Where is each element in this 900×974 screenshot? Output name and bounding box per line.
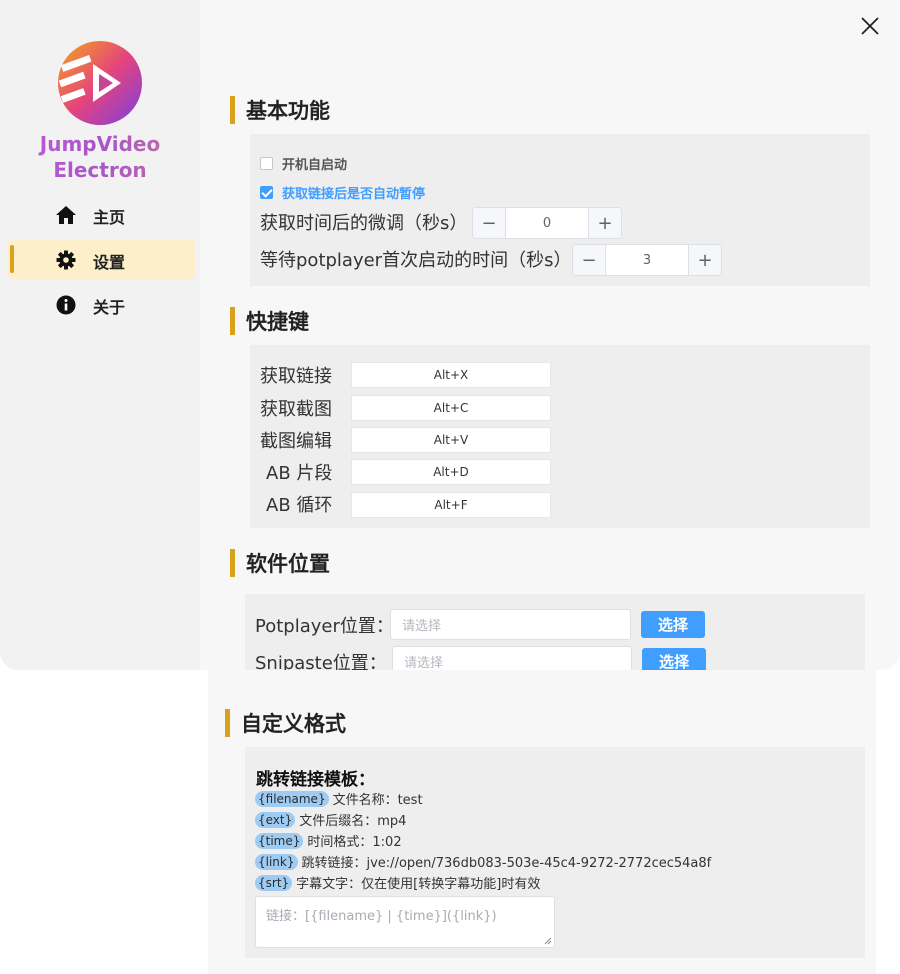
- hotkey-label: 获取链接: [260, 366, 332, 387]
- sidebar-item-settings[interactable]: 设置: [8, 239, 195, 279]
- template-var-row: {link} 跳转链接：jve://open/736db083-503e-45c…: [255, 852, 711, 871]
- sidebar-item-label: 设置: [93, 253, 126, 272]
- decrement-button[interactable]: −: [573, 245, 606, 275]
- checkbox-box[interactable]: [260, 157, 273, 170]
- wait-value[interactable]: 3: [606, 245, 688, 275]
- hotkey-input-get-link[interactable]: Alt+X: [351, 362, 551, 388]
- section-title-software: 软件位置: [230, 548, 330, 578]
- finetune-stepper: − 0 +: [472, 207, 622, 239]
- variable-desc: 文件后缀名：mp4: [299, 814, 407, 829]
- decrement-button[interactable]: −: [473, 208, 506, 238]
- hotkey-label: 获取截图: [260, 399, 332, 420]
- hotkey-input-screenshot[interactable]: Alt+C: [351, 395, 551, 421]
- variable-tag: {filename}: [255, 790, 329, 807]
- section-title-format: 自定义格式: [225, 708, 346, 738]
- wait-label: 等待potplayer首次启动的时间（秒s）: [260, 250, 572, 271]
- section-title-hotkeys: 快捷键: [230, 306, 309, 336]
- template-value: 链接：[{filename} | {time}]({link}): [266, 909, 497, 924]
- checkbox-box-checked[interactable]: [260, 186, 273, 199]
- variable-tag: {time}: [255, 832, 304, 849]
- template-var-row: {filename} 文件名称：test: [255, 789, 423, 808]
- wait-stepper: − 3 +: [572, 244, 722, 276]
- increment-button[interactable]: +: [588, 208, 621, 238]
- settings-page: JumpVideo Electron 主页 设置 关于 基本功能 开机自启动 获…: [0, 0, 900, 974]
- autostart-checkbox[interactable]: 开机自启动: [260, 154, 347, 173]
- increment-button[interactable]: +: [688, 245, 721, 275]
- resize-grip-icon[interactable]: [544, 937, 552, 945]
- template-var-row: {time} 时间格式：1:02: [255, 831, 402, 850]
- section-title-basic: 基本功能: [230, 95, 330, 125]
- variable-desc: 文件名称：test: [332, 793, 423, 808]
- template-var-row: {ext} 文件后缀名：mp4: [255, 810, 406, 829]
- hotkeys-panel: [250, 345, 870, 528]
- variable-tag: {srt}: [255, 874, 293, 891]
- hotkey-label: AB 片段: [266, 463, 333, 484]
- close-icon[interactable]: [858, 14, 882, 38]
- sidebar-item-home[interactable]: 主页: [8, 194, 195, 234]
- template-title: 跳转链接模板：: [256, 770, 375, 790]
- info-icon: [56, 295, 76, 315]
- variable-desc: 字幕文字：仅在使用[转换字幕功能]时有效: [296, 877, 541, 892]
- potplayer-path-input[interactable]: 请选择: [390, 609, 631, 640]
- finetune-label: 获取时间后的微调（秒s）: [260, 213, 468, 234]
- template-textarea[interactable]: 链接：[{filename} | {time}]({link}): [255, 896, 555, 948]
- hotkey-input-edit-screenshot[interactable]: Alt+V: [351, 427, 551, 453]
- hotkey-label: 截图编辑: [260, 431, 332, 452]
- variable-tag: {link}: [255, 853, 298, 870]
- potplayer-pick-button[interactable]: 选择: [641, 611, 705, 638]
- app-logo-icon: [58, 41, 142, 125]
- sidebar: JumpVideo Electron 主页 设置 关于: [0, 0, 200, 670]
- variable-tag: {ext}: [255, 811, 296, 828]
- template-var-row: {srt} 字幕文字：仅在使用[转换字幕功能]时有效: [255, 873, 540, 892]
- brand-subname: Electron: [0, 158, 200, 182]
- gear-icon: [56, 250, 76, 270]
- hotkey-label: AB 循环: [266, 495, 333, 516]
- autostart-label: 开机自启动: [282, 158, 348, 173]
- autopause-label: 获取链接后是否自动暂停: [282, 187, 426, 202]
- hotkey-input-ab-loop[interactable]: Alt+F: [351, 492, 551, 518]
- home-icon: [56, 206, 76, 224]
- finetune-value[interactable]: 0: [506, 208, 588, 238]
- variable-desc: 跳转链接：jve://open/736db083-503e-45c4-9272-…: [301, 856, 712, 871]
- sidebar-item-label: 关于: [93, 298, 126, 317]
- brand-name: JumpVideo: [0, 132, 200, 156]
- potplayer-label: Potplayer位置：: [255, 616, 394, 637]
- sidebar-item-about[interactable]: 关于: [8, 284, 195, 324]
- sidebar-item-label: 主页: [93, 208, 126, 227]
- variable-desc: 时间格式：1:02: [307, 835, 402, 850]
- autopause-checkbox[interactable]: 获取链接后是否自动暂停: [260, 183, 425, 202]
- hotkey-input-ab-clip[interactable]: Alt+D: [351, 459, 551, 485]
